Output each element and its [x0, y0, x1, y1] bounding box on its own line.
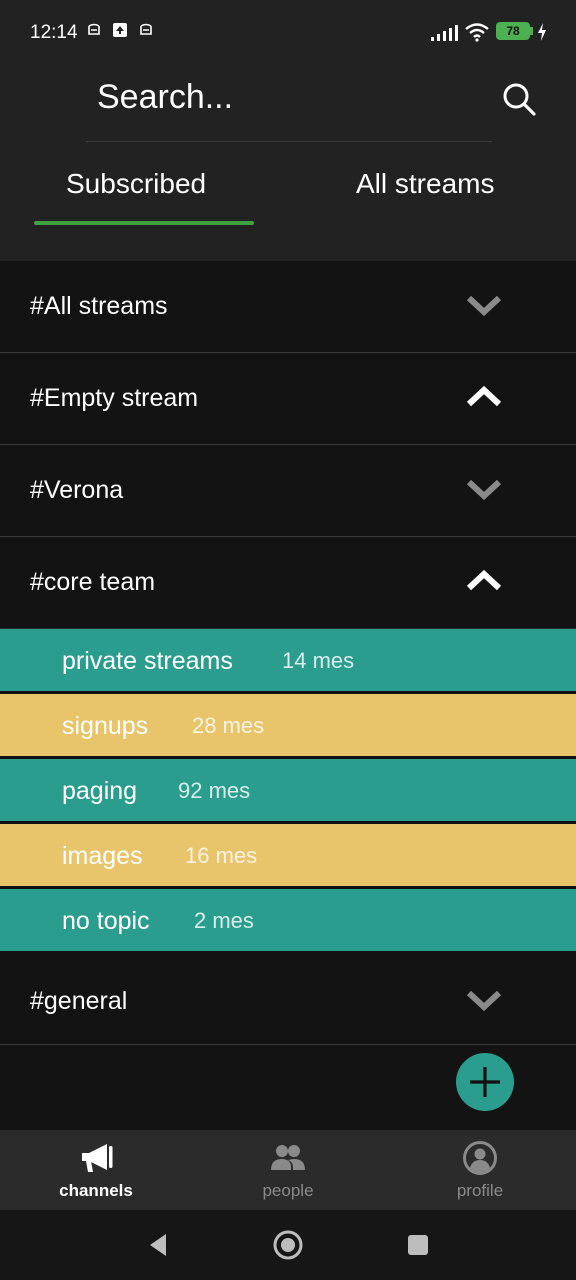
nav-item-profile[interactable]: profile [384, 1130, 576, 1210]
search-icon[interactable] [500, 80, 538, 118]
status-bar: 12:14 78 [0, 0, 576, 64]
app-screen: 12:14 78 Search... Subscribed All stream… [0, 0, 576, 1280]
topic-name: private streams [62, 647, 233, 675]
tab-all-streams[interactable]: All streams [356, 168, 494, 200]
plus-icon [470, 1067, 500, 1097]
signal-icon [431, 25, 458, 41]
chevron-down-icon[interactable] [466, 291, 502, 319]
stream-row-empty-stream[interactable]: #Empty stream [0, 353, 576, 445]
nav-item-people[interactable]: people [192, 1130, 384, 1210]
chevron-up-icon[interactable] [466, 383, 502, 411]
create-stream-button[interactable] [456, 1053, 514, 1111]
search-divider [86, 141, 492, 142]
chevron-up-icon[interactable] [466, 567, 502, 595]
status-time: 12:14 [30, 22, 78, 43]
active-tab-indicator [34, 221, 254, 225]
topic-name: no topic [62, 907, 150, 935]
sim-icon [88, 23, 100, 35]
upload-icon [113, 23, 127, 37]
stream-row-all-streams[interactable]: #All streams [0, 261, 576, 353]
topic-message-count: 14 mes [282, 648, 355, 673]
topic-message-count: 28 mes [192, 713, 265, 738]
battery-icon: 78 [496, 22, 530, 40]
topic-row[interactable]: no topic 2 mes [0, 889, 576, 951]
stream-name: #core team [30, 568, 156, 596]
nav-item-channels[interactable]: channels [0, 1130, 192, 1210]
bottom-nav: channels people profile [0, 1130, 576, 1210]
topic-message-count: 2 mes [194, 908, 254, 933]
nav-label: people [262, 1181, 314, 1200]
stream-row-verona[interactable]: #Verona [0, 445, 576, 537]
topic-message-count: 92 mes [178, 778, 251, 803]
topic-name: images [62, 842, 143, 870]
back-icon[interactable] [146, 1232, 170, 1258]
nav-label: profile [456, 1181, 504, 1200]
stream-name: #All streams [30, 292, 168, 320]
topic-row[interactable]: signups 28 mes [0, 694, 576, 759]
chevron-down-icon[interactable] [466, 475, 502, 503]
wifi-icon [465, 23, 489, 42]
stream-name: #Empty stream [30, 384, 199, 412]
topic-name: signups [62, 712, 149, 740]
header: Search... Subscribed All streams [0, 64, 576, 261]
topic-name: paging [62, 777, 138, 805]
recents-icon[interactable] [407, 1234, 429, 1256]
topic-message-count: 16 mes [185, 843, 258, 868]
stream-list: #All streams #Empty stream #Verona #core… [0, 261, 576, 1045]
home-icon[interactable] [272, 1229, 304, 1261]
stream-name: #general [30, 987, 128, 1015]
megaphone-icon [82, 1144, 113, 1172]
topic-row[interactable]: private streams 14 mes [0, 629, 576, 694]
stream-name: #Verona [30, 476, 124, 504]
charging-icon [538, 23, 546, 41]
profile-icon [463, 1141, 497, 1175]
stream-row-general[interactable]: #general [0, 951, 576, 1045]
topic-row[interactable]: paging 92 mes [0, 759, 576, 824]
battery-level: 78 [506, 24, 520, 38]
tab-subscribed[interactable]: Subscribed [66, 168, 206, 200]
system-nav-bar [0, 1210, 576, 1280]
people-icon [271, 1145, 305, 1170]
sim-icon [140, 23, 152, 35]
stream-row-core-team[interactable]: #core team [0, 537, 576, 629]
nav-label: channels [59, 1181, 133, 1200]
chevron-down-icon[interactable] [466, 986, 502, 1014]
search-input[interactable]: Search... [97, 78, 233, 117]
battery-tip [530, 27, 533, 35]
topic-row[interactable]: images 16 mes [0, 824, 576, 889]
